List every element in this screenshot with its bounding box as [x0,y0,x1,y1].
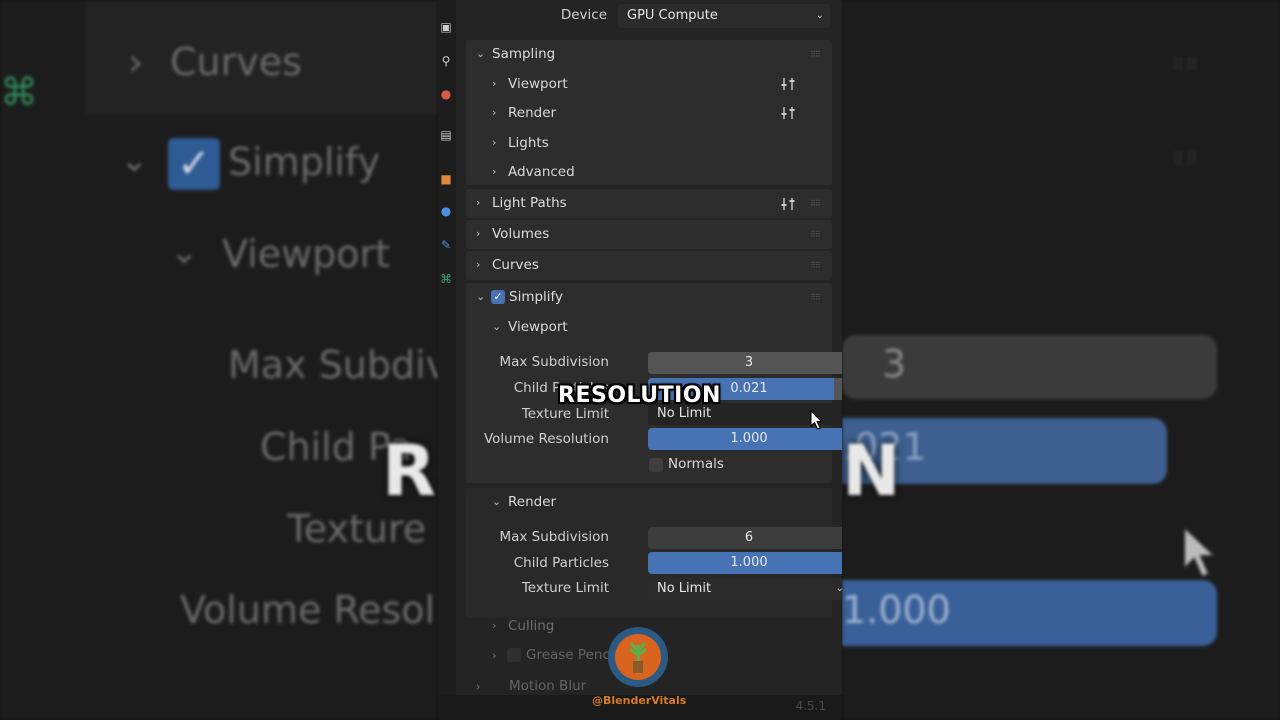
simplify-checkbox[interactable]: ✓ [491,290,505,304]
device-label: Device [560,7,607,23]
curves-header: Curves [492,257,539,273]
watermark-text: @BlenderVitals [592,694,687,707]
r-max-subdivision-field[interactable]: 6 [648,527,842,549]
vp-child-particles-value: 0.021 [730,381,768,396]
bg-caption-left: R [382,430,437,512]
mouse-cursor-icon [810,410,822,430]
green-camera-icon: ⌘ [0,70,38,114]
plant-icon [629,642,647,673]
simplify-render-header[interactable]: Render [508,494,708,510]
drag-grip-icon[interactable]: ⠿⠿ [810,262,822,270]
bg-max-subdiv: Max Subdiv [228,343,438,387]
chevron-right-icon[interactable]: › [476,681,486,692]
presets-icon[interactable] [780,106,796,120]
normals-label: Normals [668,456,724,472]
chevron-down-icon[interactable]: ⌄ [492,496,502,507]
caption-text: RESOLUTION [558,383,721,408]
sampling-advanced[interactable]: Advanced [508,164,708,180]
bg-caption-right: N [842,430,902,512]
bg-viewport-label: Viewport [222,232,391,276]
simplify-header[interactable]: Simplify [509,289,563,305]
scene-tab-icon[interactable]: ● [439,87,453,101]
vp-max-subdivision-field[interactable]: 3 [648,352,842,374]
r-child-particles-label: Child Particles [513,555,609,571]
render-properties: Device GPU Compute ⌄ ⌄ Sampling ⠿⠿ › Vie… [466,0,842,720]
volumes-header: Volumes [492,226,550,242]
chevron-right-icon[interactable]: › [492,650,502,661]
bg-simplify-checkbox: ✓ [168,138,220,190]
curves-panel[interactable]: › Curves ⠿⠿ [466,251,832,280]
chevron-down-icon: ⌄ [835,583,842,594]
device-value: GPU Compute [627,8,718,23]
vp-texture-limit-label: Texture Limit [521,406,609,422]
chevron-down-icon[interactable]: ⌄ [492,321,502,332]
view-layer-tab-icon[interactable]: ▤ [439,128,453,142]
image-tab-icon[interactable]: ▣ [439,20,453,34]
volumes-panel[interactable]: › Volumes ⠿⠿ [466,220,832,249]
bg-texture: Texture [287,507,427,551]
blendervitals-logo [608,627,668,687]
background-right: 3 .021 1.000 N ⠿⠿ ⠿⠿ [842,0,1280,720]
chevron-down-icon: ⌄ [815,10,824,21]
light-paths-panel[interactable]: › Light Paths ⠿⠿ [466,189,832,218]
chevron-right-icon: › [476,258,481,271]
motion-blur-header[interactable]: Motion Blur [509,678,709,694]
normals-checkbox[interactable] [649,458,663,472]
chevron-right-icon[interactable]: › [492,107,502,118]
r-texture-limit-dropdown[interactable]: No Limit ⌄ [648,578,842,600]
bg-simplify-label: Simplify [228,140,381,184]
vp-volume-resolution-field[interactable]: 1.000 [648,428,842,450]
sampling-render[interactable]: Render [508,105,708,121]
drag-grip-icon[interactable]: ⠿⠿ [810,294,822,302]
properties-panel: ▣ ⚲ ● ▤ ■ ● ✎ ⌘ Device GPU Compute ⌄ ⌄ S… [438,0,842,720]
sampling-header[interactable]: Sampling [492,46,555,62]
presets-icon[interactable] [780,77,796,91]
bg-max-value: 3 [882,342,907,386]
modifier-tab-icon[interactable]: ● [439,204,453,218]
sampling-panel: ⌄ Sampling ⠿⠿ › Viewport › Render › Ligh… [466,40,832,185]
vp-volume-resolution-label: Volume Resolution [483,431,609,447]
chevron-right-icon[interactable]: › [492,78,502,89]
chevron-right-icon[interactable]: › [492,620,502,631]
data-tab-icon[interactable]: ⌘ [439,272,453,286]
bg-volume-value: 1.000 [842,588,951,632]
vp-max-subdivision-label: Max Subdivision [499,354,609,370]
background-left: ⌘ › Curves ⌄ ✓ Simplify ⌄ Viewport Max S… [0,0,438,720]
properties-tab-bar: ▣ ⚲ ● ▤ ■ ● ✎ ⌘ [438,0,456,720]
output-tab-icon[interactable]: ⚲ [439,54,453,68]
bg-cursor-icon [1183,525,1218,579]
object-tab-icon[interactable]: ■ [439,172,453,186]
drag-grip-icon[interactable]: ⠿⠿ [810,51,822,59]
simplify-viewport-header[interactable]: Viewport [508,319,708,335]
chevron-right-icon[interactable]: › [492,166,502,177]
drag-grip-icon[interactable]: ⠿⠿ [810,231,822,239]
sampling-viewport[interactable]: Viewport [508,76,708,92]
bg-curves-label: Curves [170,40,302,84]
physics-tab-icon[interactable]: ✎ [439,238,453,252]
r-texture-limit-label: Texture Limit [521,580,609,596]
light-paths-header: Light Paths [492,195,567,211]
version-label: 4.5.1 [795,699,826,713]
presets-icon[interactable] [780,197,796,211]
chevron-right-icon: › [476,227,481,240]
chevron-down-icon[interactable]: ⌄ [476,48,486,59]
bg-volume-resol: Volume Resol [180,588,436,632]
r-max-subdivision-label: Max Subdivision [499,529,609,545]
r-child-particles-field[interactable]: 1.000 [648,552,842,574]
sampling-lights[interactable]: Lights [508,135,708,151]
chevron-right-icon[interactable]: › [492,137,502,148]
device-dropdown[interactable]: GPU Compute ⌄ [618,4,830,28]
culling-header[interactable]: Culling [508,618,708,634]
chevron-right-icon: › [476,196,481,209]
r-texture-limit-value: No Limit [657,581,712,596]
chevron-down-icon[interactable]: ⌄ [476,291,486,302]
grease-pencil-checkbox[interactable] [507,648,521,662]
drag-grip-icon[interactable]: ⠿⠿ [810,200,822,208]
